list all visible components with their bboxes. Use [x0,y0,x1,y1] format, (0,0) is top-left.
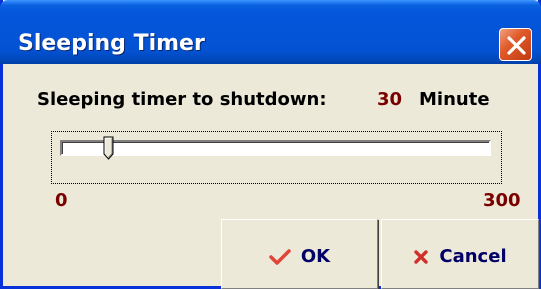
slider-max-label: 300 [483,190,521,211]
cancel-button[interactable]: Cancel [381,219,539,289]
checkmark-icon [269,248,291,265]
timer-unit: Minute [419,89,490,110]
slider-thumb[interactable] [103,136,114,160]
timer-value: 30 [377,89,403,110]
title-bar[interactable]: Sleeping Timer [0,0,541,64]
cancel-button-label: Cancel [439,246,507,267]
sleeping-timer-dialog: Sleeping Timer Sleeping timer to shutdow… [0,0,541,289]
ok-button-label: OK [300,246,331,267]
x-cross-icon [414,249,429,264]
timer-slider[interactable] [51,131,502,184]
slider-track[interactable] [60,140,491,156]
slider-thumb-icon [103,136,114,160]
close-x-icon [507,36,526,55]
close-button[interactable] [499,28,532,61]
slider-min-label: 0 [55,190,68,211]
window-title: Sleeping Timer [18,31,205,56]
ok-button[interactable]: OK [221,219,378,289]
timer-label: Sleeping timer to shutdown: [37,89,327,110]
